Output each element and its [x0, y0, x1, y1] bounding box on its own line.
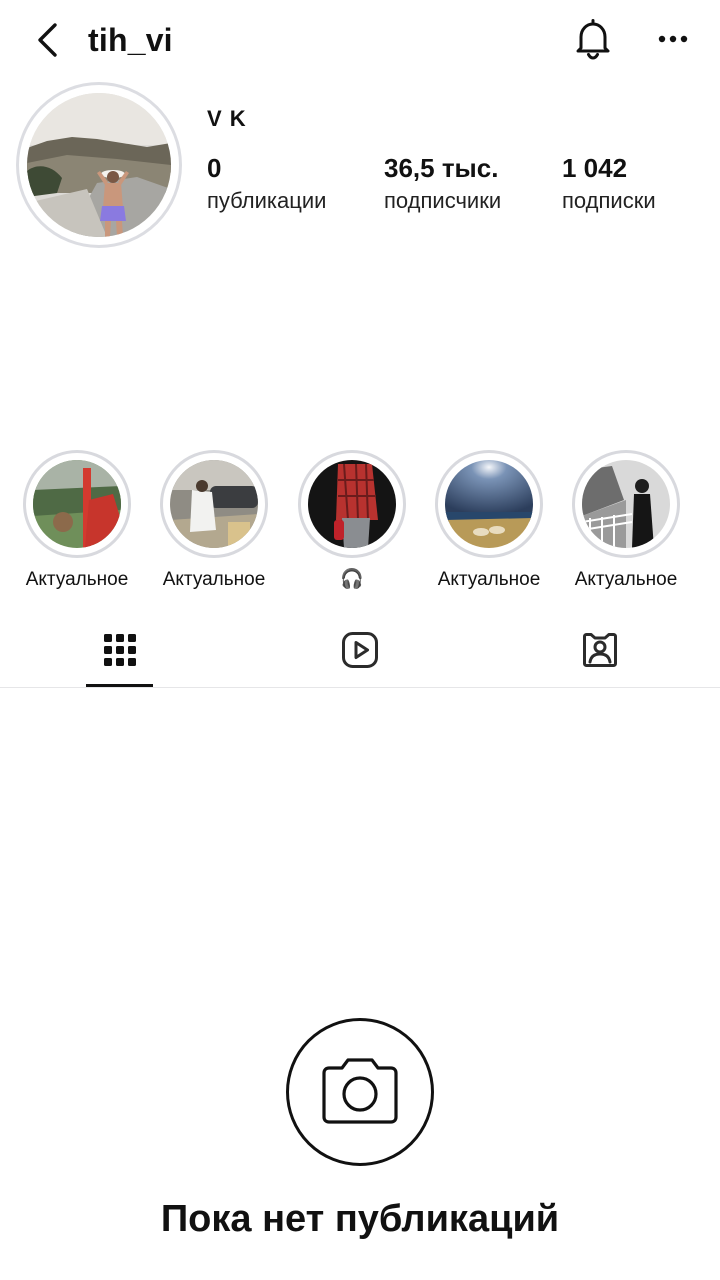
empty-state-title: Пока нет публикаций [160, 1198, 560, 1240]
grid-icon [104, 634, 136, 666]
stat-following[interactable]: 1 042 подписки [562, 150, 656, 216]
profile-avatar[interactable] [16, 82, 182, 248]
avatar-photo [27, 93, 171, 237]
back-button[interactable] [28, 18, 68, 62]
reels-icon [342, 632, 378, 668]
stat-posts-label: публикации [207, 188, 327, 213]
active-tab-indicator [86, 684, 153, 687]
profile-display-name: V K [207, 106, 247, 131]
profile-tabs [0, 612, 720, 688]
highlight-label: Актуальное [25, 569, 129, 590]
highlight-cover [445, 460, 533, 548]
highlight-label: Актуальное [574, 569, 678, 590]
top-bar: tih_vi [0, 0, 720, 80]
highlight-item[interactable]: 🎧 [282, 450, 422, 594]
highlight-cover [170, 460, 258, 548]
stat-posts[interactable]: 0 публикации [207, 150, 326, 216]
highlight-cover [33, 460, 121, 548]
more-horizontal-icon [658, 35, 688, 43]
tab-tagged[interactable] [530, 612, 670, 688]
highlight-cover [308, 460, 396, 548]
empty-state-camera [286, 1018, 434, 1166]
highlight-label: Актуальное [437, 569, 541, 590]
stat-followers-label: подписчики [384, 188, 502, 213]
highlight-item[interactable]: Актуальное [7, 450, 147, 594]
notifications-button[interactable] [570, 16, 616, 62]
more-options-button[interactable] [652, 16, 694, 62]
bell-icon [576, 19, 610, 60]
profile-username: tih_vi [88, 22, 173, 58]
highlight-label: Актуальное [162, 569, 266, 590]
stat-followers[interactable]: 36,5 тыс. подписчики [384, 150, 501, 216]
tab-reels[interactable] [290, 612, 430, 688]
camera-icon [322, 1058, 398, 1124]
stat-followers-value: 36,5 тыс. [384, 153, 499, 183]
stat-posts-value: 0 [207, 153, 222, 183]
tagged-icon [583, 633, 617, 667]
tab-posts-grid[interactable] [50, 612, 190, 688]
stat-following-value: 1 042 [562, 153, 628, 183]
highlight-label: 🎧 [340, 569, 364, 590]
chevron-left-icon [38, 23, 57, 57]
stat-following-label: подписки [562, 188, 656, 213]
highlight-item[interactable]: Актуальное [144, 450, 284, 594]
highlight-item[interactable]: Актуальное [556, 450, 696, 594]
highlight-cover [582, 460, 670, 548]
highlight-item[interactable]: Актуальное [419, 450, 559, 594]
